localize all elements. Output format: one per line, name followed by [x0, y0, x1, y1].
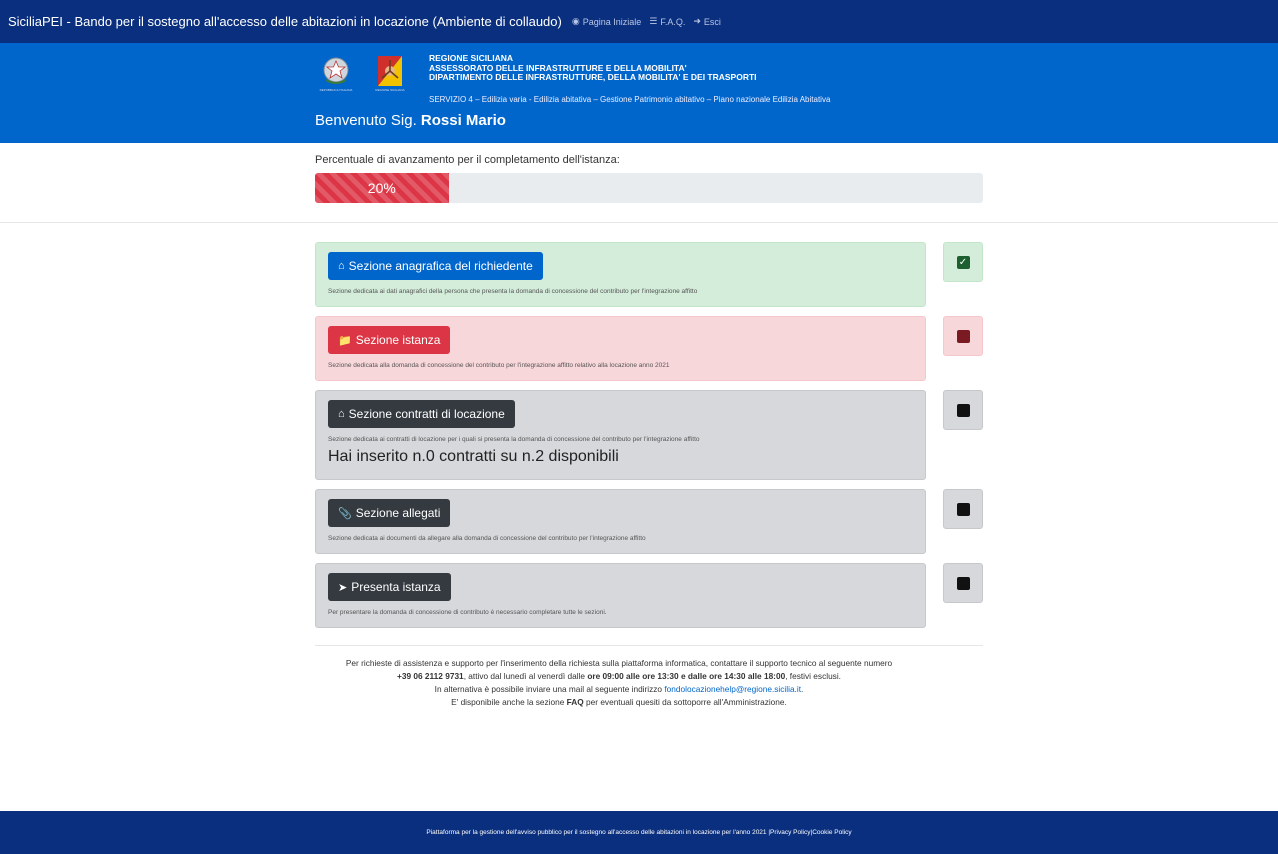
- status-contratti: [943, 390, 983, 430]
- privacy-policy-link[interactable]: Privacy Policy: [770, 829, 810, 836]
- section-description: Sezione dedicata ai documenti da allegar…: [328, 535, 646, 542]
- sezione-istanza-button[interactable]: 📁 Sezione istanza: [328, 326, 451, 354]
- house-user-icon: ⌂: [338, 260, 345, 272]
- status-allegati: [943, 489, 983, 529]
- welcome-message: Benvenuto Sig. Rossi Mario: [315, 112, 506, 129]
- contracts-count: Hai inserito n.0 contratti su n.2 dispon…: [328, 448, 619, 465]
- pending-square-icon: [956, 576, 970, 590]
- app-title[interactable]: SiciliaPEI - Bando per il sostegno all'a…: [8, 14, 562, 29]
- section-istanza: 📁 Sezione istanza Sezione dedicata alla …: [315, 316, 926, 381]
- nav-faq-link[interactable]: ☰ F.A.Q.: [649, 16, 685, 27]
- footer-text: Piattaforma per la gestione dell'avviso …: [426, 829, 771, 836]
- section-description: Per presentare la domanda di concessione…: [328, 609, 607, 616]
- folder-open-icon: 📁: [338, 334, 352, 347]
- sicily-emblem-icon: [378, 56, 402, 86]
- top-nav: ◉ Pagina Iniziale ☰ F.A.Q. ➜ Esci: [572, 16, 729, 27]
- pending-square-icon: [956, 502, 970, 516]
- header-band: REPUBBLICA ITALIANA REGIONE SICILIANA RE…: [0, 43, 1278, 143]
- presenta-istanza-button[interactable]: ➤ Presenta istanza: [328, 573, 451, 601]
- org-line-3: DIPARTIMENTO DELLE INFRASTRUTTURE, DELLA…: [429, 72, 757, 82]
- list-icon: ☰: [649, 16, 658, 26]
- progress-bar: 20%: [315, 173, 983, 203]
- section-description: Sezione dedicata alla domanda di concess…: [328, 362, 670, 369]
- divider: [0, 222, 1278, 223]
- top-navbar: SiciliaPEI - Bando per il sostegno all'a…: [0, 0, 1278, 43]
- support-email-link[interactable]: fondolocazionehelp@regione.sicilia.it: [664, 684, 801, 694]
- section-contratti: ⌂ Sezione contratti di locazione Sezione…: [315, 390, 926, 480]
- user-name: Rossi Mario: [420, 112, 506, 129]
- status-presenta: [943, 563, 983, 603]
- faq-mention: FAQ: [566, 697, 584, 707]
- check-icon: ✓: [956, 255, 970, 269]
- pending-square-icon: [956, 403, 970, 417]
- sezione-allegati-button[interactable]: 📎 Sezione allegati: [328, 499, 451, 527]
- divider: [315, 645, 983, 646]
- support-info: Per richieste di assistenza e supporto p…: [345, 658, 893, 707]
- logos: REPUBBLICA ITALIANA REGIONE SICILIANA: [316, 56, 410, 96]
- section-anagrafica: ⌂ Sezione anagrafica del richiedente Sez…: [315, 242, 926, 307]
- incomplete-square-icon: [956, 329, 970, 343]
- cookie-policy-link[interactable]: Cookie Policy: [812, 829, 851, 836]
- dashboard-icon: ◉: [571, 16, 580, 26]
- sezione-contratti-button[interactable]: ⌂ Sezione contratti di locazione: [328, 400, 515, 428]
- organization-block: REGIONE SICILIANA ASSESSORATO DELLE INFR…: [429, 53, 757, 83]
- logo-right-caption: REGIONE SICILIANA: [375, 88, 405, 92]
- section-allegati: 📎 Sezione allegati Sezione dedicata ai d…: [315, 489, 926, 554]
- logo-left-caption: REPUBBLICA ITALIANA: [319, 88, 353, 92]
- logout-icon: ➜: [693, 16, 701, 26]
- house-exchange-icon: ⌂: [338, 408, 345, 420]
- progress-text: 20%: [367, 180, 396, 196]
- status-anagrafica: ✓: [943, 242, 983, 282]
- sicily-region-emblem: REGIONE SICILIANA: [370, 56, 410, 96]
- section-description: Sezione dedicata ai contratti di locazio…: [328, 436, 700, 443]
- italian-republic-emblem: REPUBBLICA ITALIANA: [316, 56, 356, 96]
- section-description: Sezione dedicata ai dati anagrafici dell…: [328, 288, 698, 295]
- nav-logout-link[interactable]: ➜ Esci: [693, 16, 721, 27]
- support-hours: ore 09:00 alle ore 13:30 e dalle ore 14:…: [587, 671, 786, 681]
- italian-emblem-icon: [323, 57, 349, 84]
- service-line: SERVIZIO 4 – Edilizia varia - Edilizia a…: [429, 95, 831, 104]
- paper-plane-icon: ➤: [338, 581, 348, 594]
- sezione-anagrafica-button[interactable]: ⌂ Sezione anagrafica del richiedente: [328, 252, 543, 280]
- progress-label: Percentuale di avanzamento per il comple…: [315, 154, 620, 166]
- support-phone: +39 06 2112 9731: [397, 671, 464, 681]
- section-presenta: ➤ Presenta istanza Per presentare la dom…: [315, 563, 926, 628]
- paperclip-icon: 📎: [338, 507, 352, 520]
- footer: Piattaforma per la gestione dell'avviso …: [0, 811, 1278, 854]
- progress-fill: 20%: [315, 173, 449, 203]
- nav-home-link[interactable]: ◉ Pagina Iniziale: [572, 16, 641, 27]
- status-istanza: [943, 316, 983, 356]
